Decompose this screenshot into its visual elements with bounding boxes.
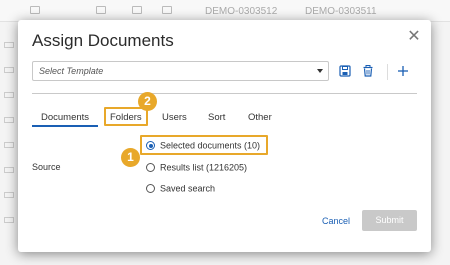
chevron-down-icon: [317, 69, 323, 73]
radio-button[interactable]: [146, 184, 155, 194]
delete-icon[interactable]: [361, 64, 375, 78]
radio-label: Results list (1216205): [160, 162, 248, 173]
radio-results-list[interactable]: Results list (1216205): [146, 162, 247, 173]
callout-badge-1: 1: [121, 148, 140, 167]
folders-tab-highlight: [104, 107, 148, 126]
background-toolbar: DEMO-0303512 DEMO-0303511: [0, 0, 450, 22]
selected-option-highlight: [140, 135, 268, 155]
mail-icon: [162, 6, 172, 14]
radio-saved-search[interactable]: Saved search: [146, 183, 215, 194]
add-icon[interactable]: [396, 64, 410, 78]
close-icon[interactable]: ✕: [407, 29, 421, 45]
template-placeholder: Select Template: [39, 66, 104, 76]
tab-other[interactable]: Other: [248, 112, 272, 123]
template-select[interactable]: Select Template: [32, 61, 329, 81]
tab-documents[interactable]: Documents: [41, 112, 89, 123]
tag-icon: [30, 6, 40, 14]
tab-sort[interactable]: Sort: [208, 112, 225, 123]
radio-label: Saved search: [160, 183, 216, 194]
tab-users[interactable]: Users: [162, 112, 187, 123]
doc-id: DEMO-0303512: [205, 6, 278, 17]
cancel-button[interactable]: Cancel: [322, 216, 350, 226]
folder-icon: [132, 6, 142, 14]
background-rows: [0, 22, 20, 265]
save-icon[interactable]: [338, 64, 352, 78]
doc-id: DEMO-0303511: [305, 6, 377, 17]
toolbar-divider: [387, 64, 388, 80]
radio-button[interactable]: [146, 163, 155, 173]
divider: [32, 93, 417, 94]
source-label: Source: [32, 162, 61, 172]
assign-documents-dialog: Assign Documents ✕ Select Template Docum…: [18, 20, 431, 252]
submit-button[interactable]: Submit: [362, 210, 417, 231]
active-tab-indicator: [32, 125, 98, 127]
grid-icon: [96, 6, 106, 14]
callout-badge-2: 2: [138, 92, 157, 111]
dialog-title: Assign Documents: [32, 31, 174, 50]
